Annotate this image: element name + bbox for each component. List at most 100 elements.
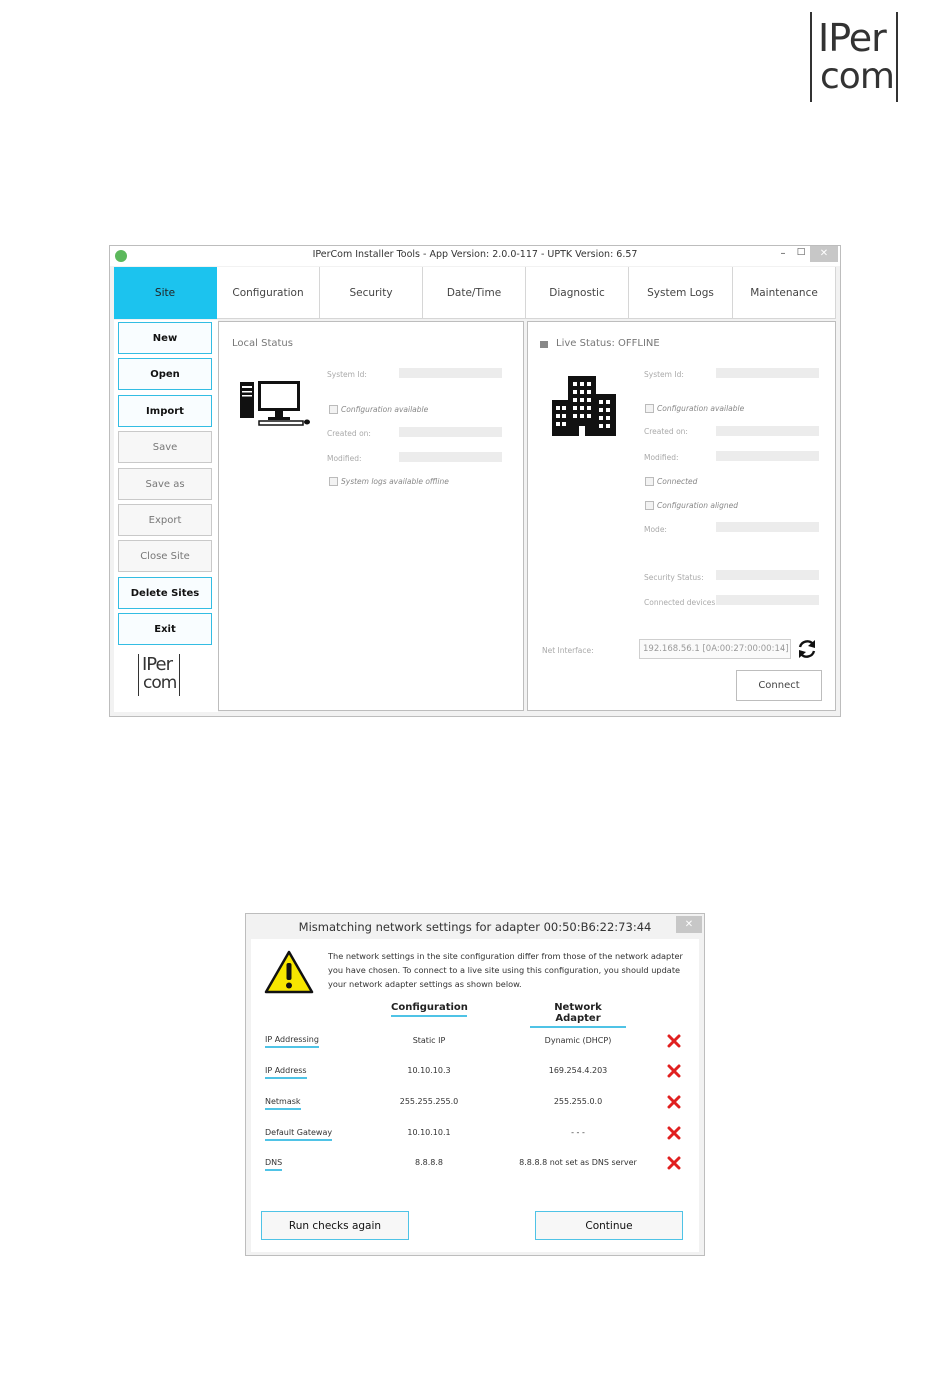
config-dns: 8.8.8.8 xyxy=(415,1158,443,1167)
import-button[interactable]: Import xyxy=(118,395,212,427)
tab-configuration[interactable]: Configuration xyxy=(217,267,320,319)
connected-checkbox[interactable] xyxy=(645,477,654,486)
tab-site[interactable]: Site xyxy=(114,267,217,319)
adapter-ip-addressing: Dynamic (DHCP) xyxy=(544,1036,612,1045)
sidebar-logo-line1: IPer xyxy=(142,654,173,675)
continue-button[interactable]: Continue xyxy=(535,1211,683,1240)
iPercom-logo: IPer com xyxy=(808,10,900,104)
config-ip-address: 10.10.10.3 xyxy=(407,1066,451,1075)
save-as-button[interactable]: Save as xyxy=(118,468,212,500)
run-checks-again-button[interactable]: Run checks again xyxy=(261,1211,409,1240)
window-title: IPerCom Installer Tools - App Version: 2… xyxy=(312,249,638,260)
exit-button[interactable]: Exit xyxy=(118,613,212,645)
new-button[interactable]: New xyxy=(118,322,212,354)
local-modified-value xyxy=(399,452,502,462)
live-system-id-value xyxy=(716,368,819,378)
mismatch-x-icon xyxy=(667,1095,681,1109)
local-status-panel: Local Status System Id: Configuration av… xyxy=(218,321,524,711)
delete-sites-button[interactable]: Delete Sites xyxy=(118,577,212,609)
tab-system-logs[interactable]: System Logs xyxy=(629,267,733,319)
local-config-available-label: Configuration available xyxy=(341,405,429,414)
config-aligned-label: Configuration aligned xyxy=(657,501,739,510)
mismatch-x-icon xyxy=(667,1064,681,1078)
logs-offline-label: System logs available offline xyxy=(341,477,449,486)
sidebar: New Open Import Save Save as Export Clos… xyxy=(114,320,218,712)
tab-security[interactable]: Security xyxy=(320,267,423,319)
local-created-on-label: Created on: xyxy=(327,429,371,438)
config-ip-addressing: Static IP xyxy=(412,1036,446,1045)
dialog-message: The network settings in the site configu… xyxy=(328,951,683,989)
live-modified-value xyxy=(716,451,819,461)
tab-maintenance[interactable]: Maintenance xyxy=(733,267,836,319)
adapter-netmask: 255.255.0.0 xyxy=(553,1097,603,1106)
config-default-gateway: 10.10.10.1 xyxy=(407,1128,451,1137)
mode-value xyxy=(716,522,819,532)
net-interface-value: 192.168.56.1 [0A:00:27:00:00:14] xyxy=(643,644,789,654)
security-status-label: Security Status: xyxy=(644,573,704,582)
adapter-default-gateway: - - - xyxy=(571,1128,585,1137)
live-modified-label: Modified: xyxy=(644,453,679,462)
config-netmask: 255.255.255.0 xyxy=(399,1097,459,1106)
net-interface-select[interactable]: 192.168.56.1 [0A:00:27:00:00:14] ⌄ xyxy=(639,639,791,659)
close-site-button[interactable]: Close Site xyxy=(118,540,212,572)
tab-date-time[interactable]: Date/Time xyxy=(423,267,526,319)
row-label-ip-addressing: IP Addressing xyxy=(265,1035,319,1048)
row-label-netmask: Netmask xyxy=(265,1097,301,1110)
title-bar: IPerCom Installer Tools - App Version: 2… xyxy=(110,246,840,266)
dialog-title: Mismatching network settings for adapter… xyxy=(298,920,652,934)
row-label-default-gateway: Default Gateway xyxy=(265,1128,333,1141)
adapter-ip-address: 169.254.4.203 xyxy=(548,1066,608,1075)
refresh-icon[interactable] xyxy=(796,638,818,660)
live-created-on-label: Created on: xyxy=(644,427,688,436)
live-system-id-label: System Id: xyxy=(644,370,684,379)
mismatch-x-icon xyxy=(667,1126,681,1140)
tab-diagnostic[interactable]: Diagnostic xyxy=(526,267,629,319)
live-created-on-value xyxy=(716,426,819,436)
local-system-id-value xyxy=(399,368,502,378)
mismatch-x-icon xyxy=(667,1156,681,1170)
row-label-dns: DNS xyxy=(265,1158,283,1171)
warning-icon xyxy=(264,950,314,994)
mismatch-x-icon xyxy=(667,1034,681,1048)
building-icon xyxy=(552,376,616,436)
column-network-adapter-header: Network Adapter xyxy=(530,1002,626,1028)
save-button[interactable]: Save xyxy=(118,431,212,463)
mismatch-dialog: Mismatching network settings for adapter… xyxy=(245,913,705,1256)
export-button[interactable]: Export xyxy=(118,504,212,536)
live-status-title: Live Status: OFFLINE xyxy=(556,338,660,349)
chevron-down-icon: ⌄ xyxy=(779,643,786,652)
sidebar-logo-line2: com xyxy=(143,673,177,693)
net-interface-label: Net Interface: xyxy=(542,646,594,655)
local-system-id-label: System Id: xyxy=(327,370,367,379)
close-button[interactable]: ✕ xyxy=(810,246,838,262)
local-modified-label: Modified: xyxy=(327,454,362,463)
local-created-on-value xyxy=(399,427,502,437)
local-status-title: Local Status xyxy=(232,338,293,349)
live-config-available-label: Configuration available xyxy=(657,404,745,413)
dialog-body: The network settings in the site configu… xyxy=(251,939,699,1252)
offline-indicator xyxy=(540,341,548,348)
live-config-available-checkbox[interactable] xyxy=(645,404,654,413)
computer-icon xyxy=(240,381,310,426)
dialog-close-button[interactable]: ✕ xyxy=(676,916,702,933)
logs-offline-checkbox[interactable] xyxy=(329,477,338,486)
mode-label: Mode: xyxy=(644,525,667,534)
local-config-available-checkbox[interactable] xyxy=(329,405,338,414)
connect-button[interactable]: Connect xyxy=(736,670,822,701)
tab-bar: Site Configuration Security Date/Time Di… xyxy=(114,267,836,319)
security-status-value xyxy=(716,570,819,580)
logo-line1: IPer xyxy=(818,16,887,60)
minimize-button[interactable]: – xyxy=(776,248,790,259)
maximize-button[interactable]: □ xyxy=(794,247,808,257)
connected-devices-value xyxy=(716,595,819,605)
logo-line2: com xyxy=(820,56,895,97)
live-status-panel: Live Status: OFFLINE System Id: Configur… xyxy=(527,321,836,711)
connected-devices-label: Connected devices: xyxy=(644,598,718,607)
config-aligned-checkbox[interactable] xyxy=(645,501,654,510)
installer-window: IPerCom Installer Tools - App Version: 2… xyxy=(109,245,841,717)
sidebar-logo: IPer com xyxy=(138,654,182,696)
row-label-ip-address: IP Address xyxy=(265,1066,307,1079)
column-configuration-header: Configuration xyxy=(391,1002,468,1017)
open-button[interactable]: Open xyxy=(118,358,212,390)
adapter-dns: 8.8.8.8 not set as DNS server xyxy=(519,1158,637,1167)
